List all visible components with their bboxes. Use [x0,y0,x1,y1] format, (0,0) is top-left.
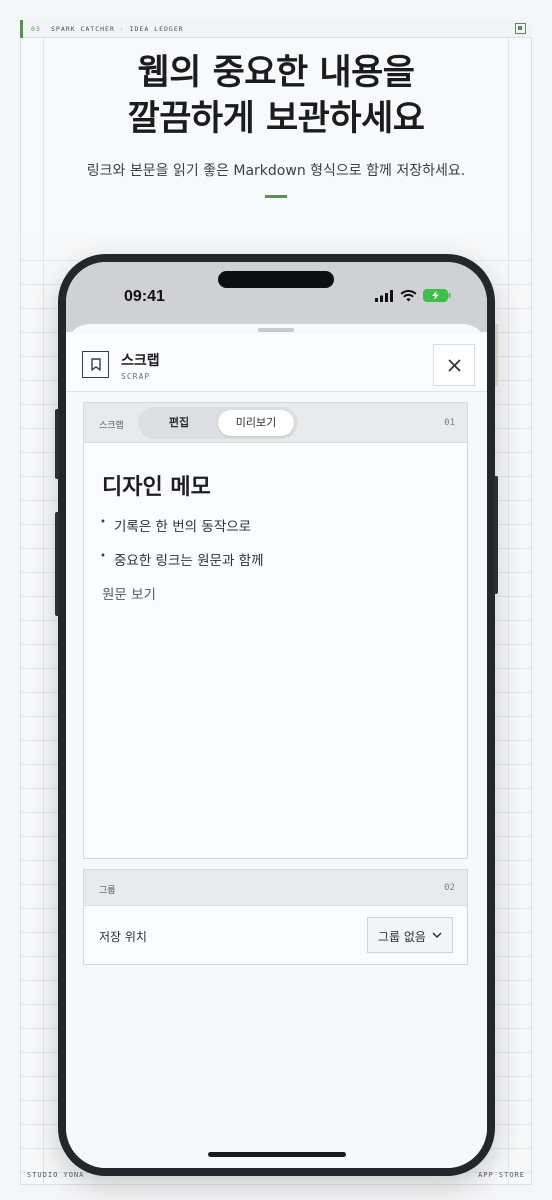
accent-divider [265,195,287,198]
close-button[interactable] [433,344,475,386]
tab-preview[interactable]: 미리보기 [218,410,294,436]
scrap-card-header: 스크랩 편집 미리보기 01 [84,403,467,443]
bookmark-icon [82,351,109,378]
footer-studio: STUDIO YONA [27,1171,85,1179]
status-time: 09:41 [124,288,165,305]
page-number: 03 [31,25,41,33]
footer-store: APP STORE [478,1171,525,1179]
scrap-card: 스크랩 편집 미리보기 01 디자인 메모 기록은 한 번의 동작으로 중요한 … [83,402,468,859]
group-card-number: 02 [444,883,455,893]
tab-edit[interactable]: 편집 [144,410,214,436]
markdown-preview: 디자인 메모 기록은 한 번의 동작으로 중요한 링크는 원문과 함께 원문 보… [84,443,467,858]
hero-title: 웹의 중요한 내용을 깔끔하게 보관하세요 [127,53,426,139]
scrap-sheet: 스크랩 SCRAP 스크랩 편집 미리보기 01 디자인 메모 기록은 [66,324,487,1168]
edit-preview-toggle: 편집 미리보기 [138,407,298,439]
sheet-header: 스크랩 SCRAP [66,334,487,392]
sheet-subtitle: SCRAP [121,372,151,381]
save-location-label: 저장 위치 [99,930,147,944]
chevron-down-icon [432,932,442,938]
dynamic-island [218,271,334,288]
original-link[interactable]: 원문 보기 [102,583,156,603]
preview-bullet: 기록은 한 번의 동작으로 [100,515,251,535]
preview-heading: 디자인 메모 [102,475,211,500]
close-icon [447,358,461,372]
hero-subtitle: 링크와 본문을 읽기 좋은 Markdown 형식으로 함께 저장하세요. [86,163,466,179]
scrap-card-label: 스크랩 [99,421,124,431]
group-select-value: 그룹 없음 [378,930,426,944]
phone-screen: 09:41 스크랩 SCRAP 스크랩 편집 미리보기 01 디자인 메모 • … [66,262,487,1168]
group-card-header: 그룹 02 [84,870,467,906]
group-card-label: 그룹 [99,886,116,896]
top-bar: 03 SPARK CATCHER · IDEA LEDGER [20,20,532,38]
save-location-row: 저장 위치 그룹 없음 [84,906,467,964]
sheet-grabber[interactable] [258,328,294,332]
group-select[interactable]: 그룹 없음 [367,917,453,953]
battery-icon [423,289,451,302]
phone-frame: 09:41 스크랩 SCRAP 스크랩 편집 미리보기 01 디자인 메모 • … [55,254,498,1176]
group-card: 그룹 02 저장 위치 그룹 없음 [83,869,468,965]
sheet-title: 스크랩 [121,353,160,369]
status-bar: 09:41 [66,262,487,332]
home-indicator[interactable] [208,1152,346,1157]
preview-bullet: 중요한 링크는 원문과 함께 [100,549,263,569]
signal-icon [375,289,393,302]
square-icon [515,23,526,34]
breadcrumb: SPARK CATCHER · IDEA LEDGER [51,25,184,33]
wifi-icon [400,289,417,301]
scrap-card-number: 01 [444,418,455,428]
